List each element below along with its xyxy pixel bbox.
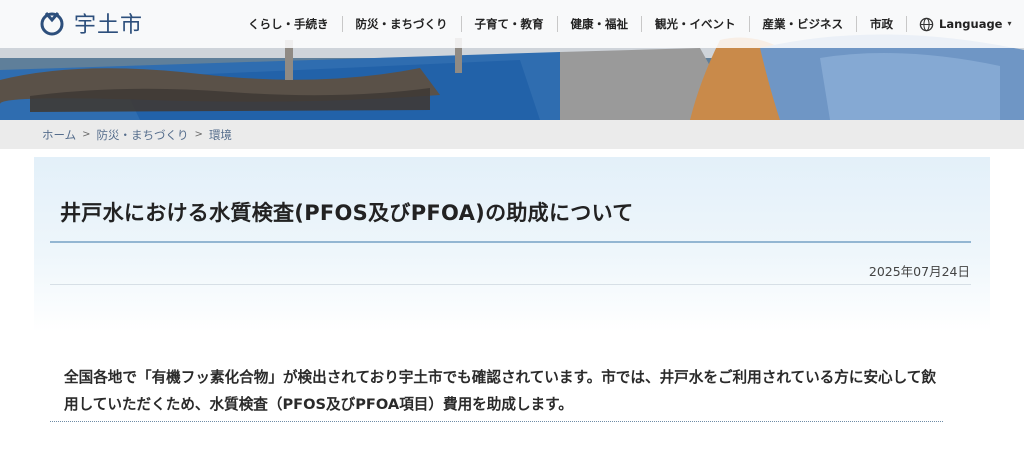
header-hero: 宇土市 くらし・手続き 防災・まちづくり 子育て・教育 健康・福祉 観光・イベン… bbox=[0, 0, 1024, 120]
breadcrumb-current-environment: 環境 bbox=[208, 127, 232, 142]
date-divider bbox=[50, 284, 971, 285]
article-header-card: 井戸水における水質検査(PFOS及びPFOA)の助成について 2025年07月2… bbox=[34, 157, 990, 332]
city-emblem-icon bbox=[40, 12, 64, 36]
breadcrumb-separator: > bbox=[194, 129, 203, 140]
nav-item-disaster-prevention[interactable]: 防災・まちづくり bbox=[341, 16, 461, 32]
nav-item-living[interactable]: くらし・手続き bbox=[238, 16, 342, 32]
globe-icon bbox=[919, 17, 934, 31]
breadcrumb-separator: > bbox=[82, 129, 91, 140]
site-logo[interactable]: 宇土市 bbox=[38, 8, 143, 38]
chevron-down-icon: ▾ bbox=[1007, 19, 1012, 28]
breadcrumb-home[interactable]: ホーム bbox=[42, 127, 76, 143]
page-title: 井戸水における水質検査(PFOS及びPFOA)の助成について bbox=[60, 201, 634, 225]
title-divider bbox=[50, 241, 971, 243]
site-name: 宇土市 bbox=[74, 13, 144, 38]
nav-item-industry[interactable]: 産業・ビジネス bbox=[748, 16, 857, 32]
nav-item-childcare[interactable]: 子育て・教育 bbox=[460, 16, 557, 32]
publish-date: 2025年07月24日 bbox=[868, 264, 970, 279]
nav-item-city-government[interactable]: 市政 bbox=[856, 16, 906, 32]
top-navigation-bar: 宇土市 くらし・手続き 防災・まちづくり 子育て・教育 健康・福祉 観光・イベン… bbox=[0, 0, 1024, 48]
nav-item-tourism[interactable]: 観光・イベント bbox=[641, 16, 749, 32]
breadcrumb-disaster-prevention[interactable]: 防災・まちづくり bbox=[97, 127, 189, 143]
global-navigation: くらし・手続き 防災・まちづくり 子育て・教育 健康・福祉 観光・イベント 産業… bbox=[238, 14, 1012, 34]
breadcrumb: ホーム > 防災・まちづくり > 環境 bbox=[0, 120, 1024, 149]
lead-divider bbox=[50, 421, 943, 422]
language-selector[interactable]: Language ▾ bbox=[906, 16, 1012, 32]
article-lead-paragraph: 全国各地で「有機フッ素化合物」が検出されており宇土市でも確認されています。市では… bbox=[64, 369, 936, 413]
nav-item-health[interactable]: 健康・福祉 bbox=[556, 16, 642, 32]
language-label: Language bbox=[939, 17, 1003, 31]
